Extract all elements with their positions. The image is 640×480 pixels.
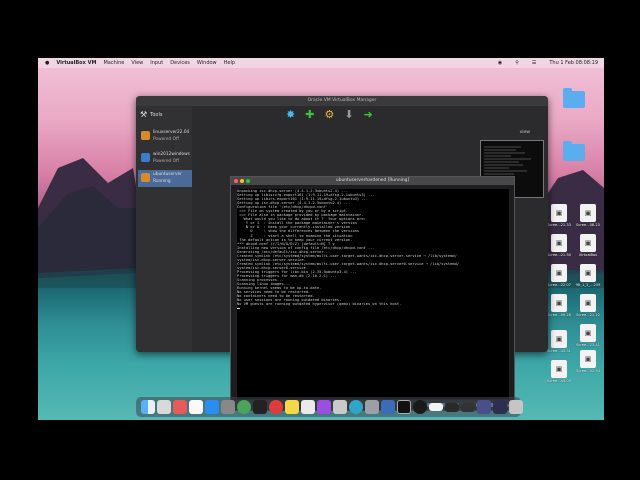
file-icon: ▣ xyxy=(551,234,567,252)
apple-menu-icon[interactable]: ● xyxy=(45,60,49,66)
notes-icon[interactable] xyxy=(285,400,299,414)
menu-view[interactable]: View xyxy=(131,60,143,66)
opera-icon[interactable] xyxy=(269,400,283,414)
vm-item-win2012[interactable]: win2012windows Powered Off xyxy=(138,150,192,167)
new-vm-icon[interactable]: ✸ xyxy=(286,109,295,120)
file-icon: ▣ xyxy=(551,264,567,282)
minimize-button[interactable] xyxy=(240,179,244,183)
close-button[interactable] xyxy=(234,179,238,183)
add-icon[interactable]: ✚ xyxy=(305,109,314,120)
menu-input[interactable]: Input xyxy=(150,60,163,66)
file-icon: ▣ xyxy=(551,330,567,348)
system-settings-icon[interactable] xyxy=(221,400,235,414)
menu-help[interactable]: Help xyxy=(224,60,235,66)
desktop-file[interactable]: ▣ Scree...02.54 xyxy=(576,350,600,373)
screenshot-icon[interactable] xyxy=(333,400,347,414)
window-thumb-5-icon[interactable] xyxy=(493,400,507,414)
vm-window-title: ubuntuserverhardened [Running] xyxy=(335,178,410,183)
tools-icon: ⚒ xyxy=(140,110,148,119)
window-thumb-3-icon[interactable] xyxy=(461,402,475,412)
preview-app-icon[interactable] xyxy=(301,400,315,414)
menu-devices[interactable]: Devices xyxy=(170,60,190,66)
menu-machine[interactable]: Machine xyxy=(103,60,124,66)
terminal-line xyxy=(237,306,509,310)
vm-os-icon xyxy=(141,173,150,182)
desktop-screen: ● VirtualBox VM Machine View Input Devic… xyxy=(38,58,604,420)
chrome-icon[interactable] xyxy=(237,400,251,414)
finder-icon[interactable] xyxy=(141,400,155,414)
desktop-file[interactable]: ▣ Scree...21.33 xyxy=(547,204,571,227)
vm-item-ubuntuserver[interactable]: ubuntuserver Running xyxy=(138,170,192,187)
github-icon[interactable] xyxy=(413,400,427,414)
desktop-file[interactable]: ▣ Scree...45.31 xyxy=(547,330,571,353)
launchpad-icon[interactable] xyxy=(157,400,171,414)
search-icon[interactable]: ⚲ xyxy=(515,60,519,66)
finder-window-icon[interactable] xyxy=(365,400,379,414)
desktop-folder-1[interactable] xyxy=(563,88,585,108)
settings-gear-icon[interactable]: ⚙ xyxy=(324,109,334,120)
file-icon: ▣ xyxy=(580,264,596,282)
preview-label: view xyxy=(519,130,530,135)
file-icon: ▣ xyxy=(580,324,596,342)
menu-clock[interactable]: Thu 1 Feb 08:08:19 xyxy=(549,60,598,66)
control-center-icon[interactable]: ☰ xyxy=(532,60,536,66)
trash-icon[interactable] xyxy=(509,400,523,414)
file-icon: ▣ xyxy=(580,234,596,252)
apps-grid-icon[interactable] xyxy=(173,400,187,414)
vm-console-dock-icon[interactable] xyxy=(397,400,411,414)
vm-console-window[interactable]: ubuntuserverhardened [Running] Unpacking… xyxy=(230,176,515,411)
desktop-file[interactable]: ▣ VirtualBox xyxy=(577,234,599,257)
vm-item-linuxserver[interactable]: linuxserver22.04 Powered Off xyxy=(138,128,192,145)
file-icon: ▣ xyxy=(551,204,567,222)
tools-item[interactable]: ⚒ Tools xyxy=(140,110,163,119)
virtualbox-icon[interactable] xyxy=(381,400,395,414)
file-icon: ▣ xyxy=(580,294,596,312)
desktop-file[interactable]: ▣ Scree...22.07 xyxy=(547,264,571,287)
desktop-file[interactable]: ▣ Scree...21.30 xyxy=(547,234,571,257)
desktop-file[interactable]: ▣ Scree...09.28 xyxy=(547,294,571,317)
start-arrow-icon[interactable]: ➜ xyxy=(364,109,373,120)
file-icon: ▣ xyxy=(580,350,596,368)
dock xyxy=(136,397,523,417)
window-thumb-1-icon[interactable] xyxy=(429,403,443,411)
window-title: Oracle VM VirtualBox Manager xyxy=(136,96,548,106)
desktop-file[interactable]: ▣ Scree...45.09 xyxy=(547,360,571,383)
vm-window-titlebar: ubuntuserverhardened [Running] xyxy=(231,177,514,185)
file-icon: ▣ xyxy=(551,294,567,312)
edge-icon[interactable] xyxy=(349,400,363,414)
file-icon: ▣ xyxy=(551,360,567,378)
wifi-icon[interactable]: ◉ xyxy=(498,60,502,66)
vm-os-icon xyxy=(141,153,150,162)
window-thumb-2-icon[interactable] xyxy=(445,402,459,412)
desktop-file[interactable]: ▣ Scree...08.23 xyxy=(576,204,600,227)
terminal-output[interactable]: Unpacking isc-dhcp-server (4.4.1-2.3ubun… xyxy=(237,189,509,399)
manager-toolbar: ✸ ✚ ⚙ ⬇ ➜ xyxy=(286,106,373,122)
vm-sidebar: ⚒ Tools linuxserver22.04 Powered Off win… xyxy=(136,106,192,352)
app-store-icon[interactable] xyxy=(205,400,219,414)
window-thumb-4-icon[interactable] xyxy=(477,400,491,414)
desktop-file[interactable]: ▣ Scree...23.41 xyxy=(576,324,600,347)
desktop-file[interactable]: ▣ Scree...21.22 xyxy=(576,294,600,317)
podcasts-icon[interactable] xyxy=(317,400,331,414)
desktop-file[interactable]: ▣ 98_1_3_...259 xyxy=(576,264,600,287)
terminal-cursor xyxy=(237,308,240,310)
menu-bar: ● VirtualBox VM Machine View Input Devic… xyxy=(38,58,604,68)
file-icon: ▣ xyxy=(580,204,596,222)
app-menu[interactable]: VirtualBox VM xyxy=(56,60,96,66)
terminal-app-icon[interactable] xyxy=(253,400,267,414)
menu-window[interactable]: Window xyxy=(197,60,217,66)
desktop-folder-2[interactable] xyxy=(563,141,585,161)
zoom-button[interactable] xyxy=(246,179,250,183)
vm-os-icon xyxy=(141,131,150,140)
calendar-icon[interactable] xyxy=(189,400,203,414)
discard-icon[interactable]: ⬇ xyxy=(344,109,353,120)
